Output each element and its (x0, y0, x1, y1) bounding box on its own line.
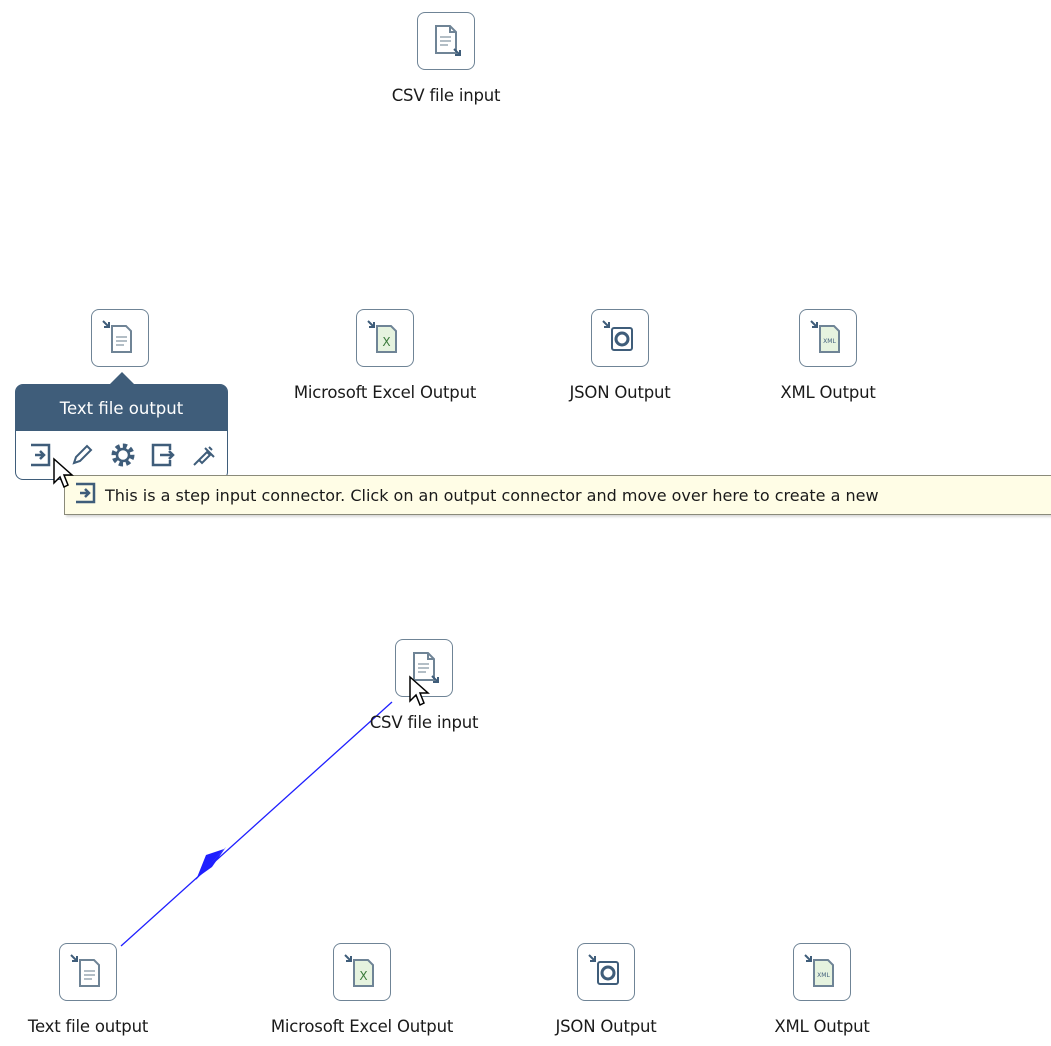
step-label: Microsoft Excel Output (270, 1017, 454, 1036)
excel-output-icon[interactable]: X (333, 943, 391, 1001)
svg-text:XML: XML (817, 972, 830, 979)
step-label: JSON Output (555, 1017, 657, 1036)
text-file-output-step[interactable]: Text file output (0, 943, 188, 1036)
hop-connection[interactable] (0, 0, 1051, 1046)
excel-output-step[interactable]: X Microsoft Excel Output (262, 943, 462, 1036)
xml-output-step[interactable]: XML XML Output (722, 943, 922, 1036)
xml-output-icon[interactable]: XML (793, 943, 851, 1001)
mouse-cursor-icon (409, 675, 430, 707)
step-label: Text file output (27, 1017, 149, 1036)
json-output-step[interactable]: JSON Output (506, 943, 706, 1036)
step-label: XML Output (774, 1017, 870, 1036)
text-file-output-icon[interactable] (59, 943, 117, 1001)
json-output-icon[interactable] (577, 943, 635, 1001)
svg-text:X: X (359, 969, 367, 983)
step-label: CSV file input (369, 713, 479, 732)
